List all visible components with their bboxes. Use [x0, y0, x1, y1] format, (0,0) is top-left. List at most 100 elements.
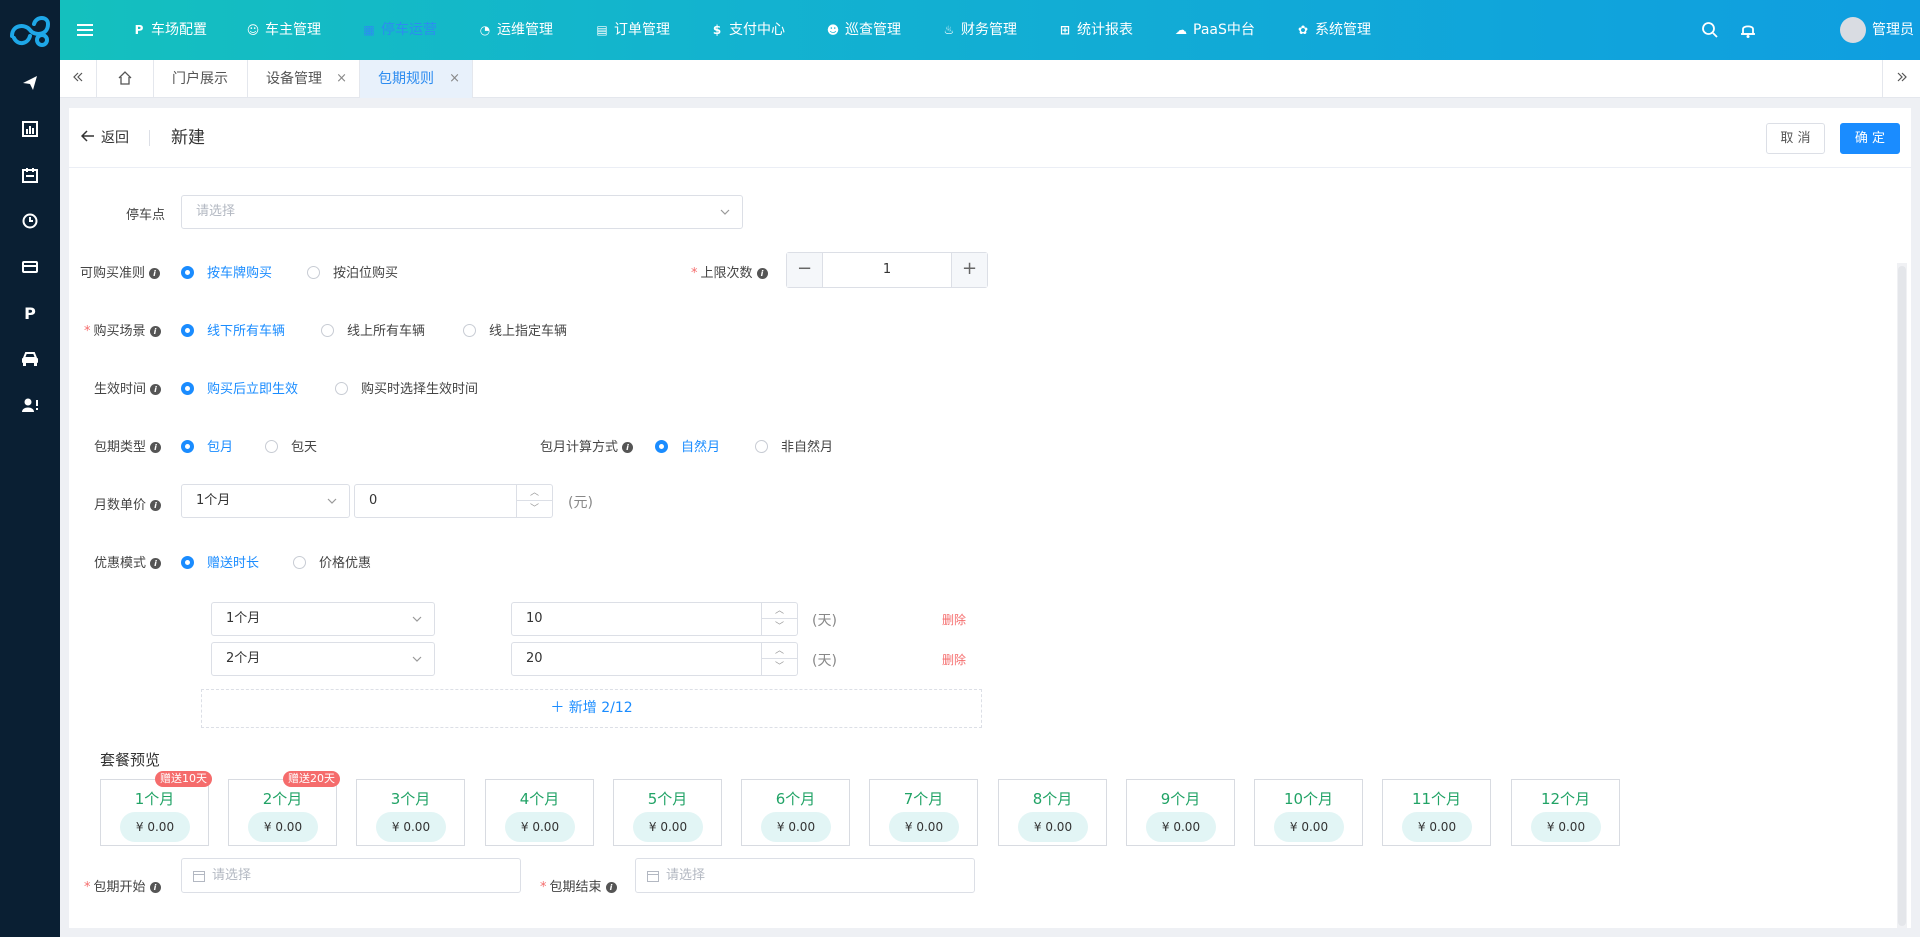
radio-non-natural-month[interactable]: 非自然月: [755, 436, 833, 455]
delete-row-button[interactable]: 删除: [942, 611, 966, 628]
radio-daily[interactable]: 包天: [265, 436, 317, 455]
nav-item-lot-config[interactable]: P 车场配置: [132, 0, 207, 60]
period-end-label: * 包期结束 i: [540, 876, 617, 895]
nav-item-statistics-report[interactable]: ⊞ 统计报表: [1058, 0, 1133, 60]
limit-value[interactable]: 1: [823, 253, 951, 287]
radio-dot: [755, 440, 768, 453]
package-card[interactable]: 8个月 ¥ 0.00: [998, 779, 1107, 846]
send-icon[interactable]: [18, 71, 42, 95]
radio-monthly[interactable]: 包月: [181, 436, 233, 455]
radio-online-all[interactable]: 线上所有车辆: [321, 320, 425, 339]
car-icon: ☺: [246, 23, 260, 37]
package-card[interactable]: 4个月 ¥ 0.00: [485, 779, 594, 846]
card-icon[interactable]: [18, 255, 42, 279]
back-button[interactable]: 返回: [80, 108, 129, 168]
calendar-icon[interactable]: [18, 163, 42, 187]
delete-row-button[interactable]: 删除: [942, 651, 966, 668]
radio-dot: [321, 324, 334, 337]
package-card[interactable]: 2个月 ¥ 0.00 赠送20天: [228, 771, 340, 846]
package-card[interactable]: 1个月 ¥ 0.00 赠送10天: [100, 771, 212, 846]
nav-item-payment-center[interactable]: $ 支付中心: [710, 0, 785, 60]
radio-by-berth[interactable]: 按泊位购买: [307, 262, 398, 281]
discount-row-days-input[interactable]: 10 ︿ ﹀: [511, 602, 798, 636]
period-type-label: 包期类型 i: [94, 436, 162, 455]
parking-icon[interactable]: P: [18, 301, 42, 325]
radio-by-plate[interactable]: 按车牌购买: [181, 262, 272, 281]
tab-period-rules[interactable]: 包期规则 ×: [360, 60, 473, 98]
spin-up-icon[interactable]: ︿: [517, 485, 552, 501]
user-alert-icon[interactable]: [18, 393, 42, 417]
tab-portal-display[interactable]: 门户展示: [154, 60, 248, 98]
main-content: 返回 新建 取 消 确 定 停车点 请选择 可购买准则 i 按车牌购买 按泊位购买…: [69, 108, 1911, 928]
discount-row-days-input[interactable]: 20 ︿ ﹀: [511, 642, 798, 676]
spin-up-icon[interactable]: ︿: [762, 643, 797, 659]
bell-icon[interactable]: [1738, 20, 1758, 40]
nav-item-owner-management[interactable]: ☺ 车主管理: [246, 0, 321, 60]
unit-price-input[interactable]: 0 ︿ ﹀: [354, 484, 553, 518]
discount-row-month-select[interactable]: 2个月: [211, 642, 435, 676]
page-title: 新建: [171, 128, 205, 148]
menu-toggle-icon[interactable]: [76, 19, 94, 41]
radio-bonus-days[interactable]: 赠送时长: [181, 552, 259, 571]
nav-item-order-management[interactable]: ▤ 订单管理: [595, 0, 670, 60]
add-discount-row-button[interactable]: ＋ 新增 2/12: [201, 689, 982, 728]
close-icon[interactable]: ×: [449, 60, 460, 98]
radio-immediate[interactable]: 购买后立即生效: [181, 378, 298, 397]
app-logo-icon: [10, 16, 51, 47]
period-start-input[interactable]: 请选择: [181, 858, 521, 893]
package-card[interactable]: 6个月 ¥ 0.00: [741, 779, 850, 846]
search-icon[interactable]: [1700, 20, 1720, 40]
discount-row-month-select[interactable]: 1个月: [211, 602, 435, 636]
package-card[interactable]: 9个月 ¥ 0.00: [1126, 779, 1235, 846]
effective-time-label: 生效时间 i: [94, 378, 162, 397]
radio-online-specified[interactable]: 线上指定车辆: [463, 320, 567, 339]
package-card[interactable]: 7个月 ¥ 0.00: [869, 779, 978, 846]
tab-label: 包期规则: [378, 71, 434, 87]
cloud-icon: ☁: [1175, 23, 1187, 37]
spin-down-icon[interactable]: ﹀: [762, 659, 797, 675]
nav-item-parking-operation[interactable]: ▦ 停车运营: [362, 0, 437, 60]
nav-item-system-management[interactable]: ✿ 系统管理: [1296, 0, 1371, 60]
spin-down-icon[interactable]: ﹀: [517, 501, 552, 517]
preview-title: 套餐预览: [100, 751, 161, 769]
radio-dot: [181, 382, 194, 395]
tabs-scroll-right-button[interactable]: [1882, 60, 1920, 98]
tabs-scroll-left-button[interactable]: [60, 60, 97, 98]
radio-natural-month[interactable]: 自然月: [655, 436, 720, 455]
top-nav-bar: P 车场配置 ☺ 车主管理 ▦ 停车运营 ◔ 运维管理 ▤ 订单管理 $ 支付中心 ☻ 巡查管…: [60, 0, 1920, 93]
radio-dot: [181, 440, 194, 453]
package-card[interactable]: 12个月 ¥ 0.00: [1511, 779, 1620, 846]
radio-dot: [265, 440, 278, 453]
confirm-button[interactable]: 确 定: [1840, 123, 1900, 154]
package-card[interactable]: 10个月 ¥ 0.00: [1254, 779, 1363, 846]
package-card[interactable]: 3个月 ¥ 0.00: [356, 779, 465, 846]
period-end-input[interactable]: 请选择: [635, 858, 975, 893]
nav-item-patrol-management[interactable]: ☻ 巡查管理: [826, 0, 901, 60]
parking-select[interactable]: 请选择: [181, 195, 743, 229]
bar-chart-icon[interactable]: [18, 117, 42, 141]
package-card[interactable]: 11个月 ¥ 0.00: [1382, 779, 1491, 846]
clock-icon[interactable]: [18, 209, 42, 233]
spin-down-icon[interactable]: ﹀: [762, 619, 797, 635]
radio-offline-all[interactable]: 线下所有车辆: [181, 320, 285, 339]
increment-button[interactable]: +: [951, 253, 987, 287]
tab-label: 设备管理: [266, 71, 322, 87]
unit-month-select[interactable]: 1个月: [181, 484, 350, 518]
avatar[interactable]: [1840, 17, 1866, 43]
nav-item-finance-management[interactable]: ♨ 财务管理: [942, 0, 1017, 60]
car-icon[interactable]: [18, 347, 42, 371]
close-icon[interactable]: ×: [336, 60, 347, 98]
package-card[interactable]: 5个月 ¥ 0.00: [613, 779, 722, 846]
nav-item-ops-management[interactable]: ◔ 运维管理: [478, 0, 553, 60]
scrollbar-thumb[interactable]: [1898, 266, 1906, 926]
radio-choose-time[interactable]: 购买时选择生效时间: [335, 378, 478, 397]
spin-up-icon[interactable]: ︿: [762, 603, 797, 619]
tab-home[interactable]: [97, 60, 154, 98]
limit-stepper[interactable]: − 1 +: [786, 252, 988, 288]
decrement-button[interactable]: −: [787, 253, 823, 287]
nav-item-paas-platform[interactable]: ☁ PaaS中台: [1174, 0, 1255, 60]
tab-device-management[interactable]: 设备管理 ×: [248, 60, 360, 98]
radio-price-discount[interactable]: 价格优惠: [293, 552, 371, 571]
radio-dot: [655, 440, 668, 453]
cancel-button[interactable]: 取 消: [1766, 123, 1825, 154]
